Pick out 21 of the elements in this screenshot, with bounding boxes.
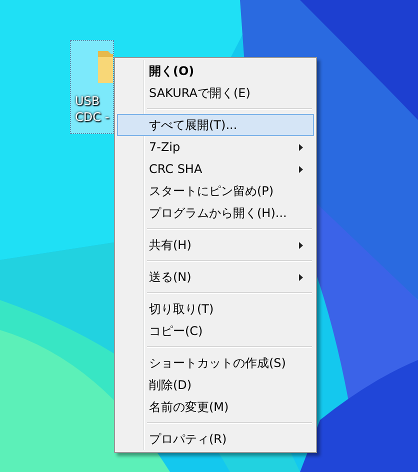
menu-item[interactable]: すべて展開(T)... [117, 114, 314, 136]
menu-item[interactable]: 開く(O) [117, 60, 314, 82]
icon-label: USB [75, 93, 100, 109]
menu-item[interactable]: 共有(H) [117, 234, 314, 256]
menu-item[interactable]: 切り取り(T) [117, 298, 314, 320]
menu-item[interactable]: プログラムから開く(H)... [117, 202, 314, 224]
menu-item[interactable]: コピー(C) [117, 320, 314, 342]
submenu-arrow-icon [299, 242, 303, 248]
menu-item[interactable]: 送る(N) [117, 266, 314, 288]
menu-item[interactable]: ショートカットの作成(S) [117, 352, 314, 374]
icon-label: CDC - [75, 109, 110, 125]
menu-item[interactable]: プロパティ(R) [117, 428, 314, 450]
menu-item[interactable]: スタートにピン留め(P) [117, 180, 314, 202]
menu-item[interactable]: SAKURAで開く(E) [117, 82, 314, 104]
submenu-arrow-icon [299, 144, 303, 150]
menu-item[interactable]: 7-Zip [117, 136, 314, 158]
submenu-arrow-icon [299, 274, 303, 280]
menu-item[interactable]: 削除(D) [117, 374, 314, 396]
menu-item[interactable]: 名前の変更(M) [117, 396, 314, 418]
menu-item[interactable]: CRC SHA [117, 158, 314, 180]
submenu-arrow-icon [299, 166, 303, 172]
